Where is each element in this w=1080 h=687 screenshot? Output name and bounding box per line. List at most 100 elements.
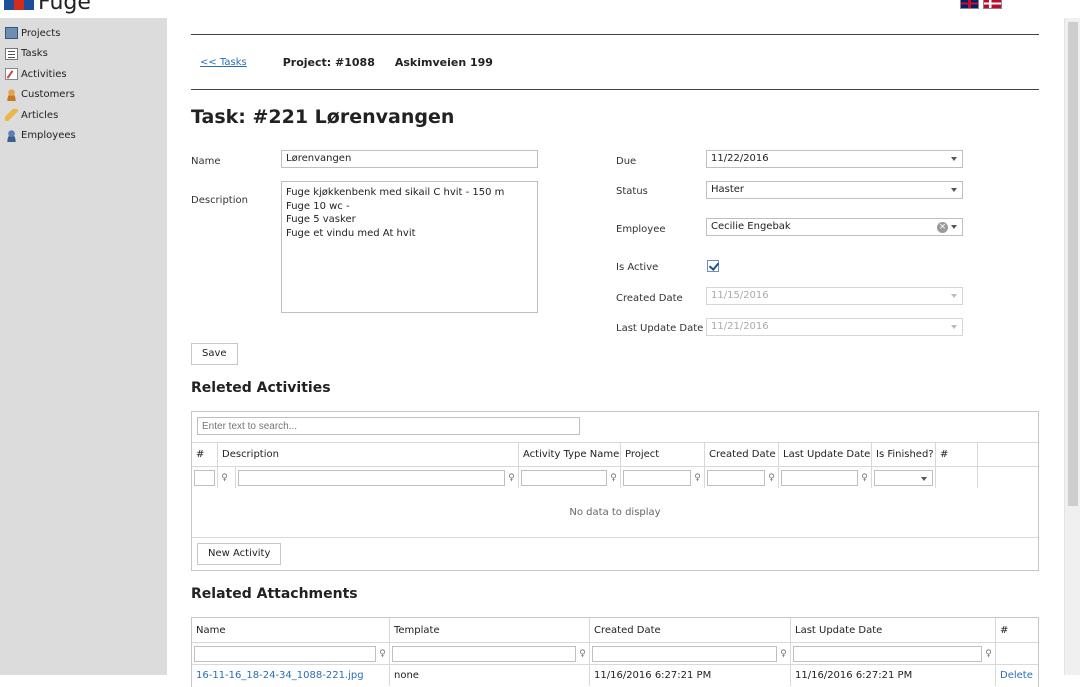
activities-grid: # Description Activity Type Name Project… bbox=[191, 411, 1039, 571]
filter-input[interactable] bbox=[521, 469, 607, 486]
column-header[interactable]: Last Update Date bbox=[791, 618, 996, 642]
new-activity-button[interactable]: New Activity bbox=[197, 543, 282, 565]
status-value: Haster bbox=[711, 184, 745, 195]
column-header[interactable]: Name bbox=[192, 618, 390, 642]
sidebar-item-activities[interactable]: Activities bbox=[0, 64, 167, 85]
clear-icon[interactable]: × bbox=[937, 222, 948, 233]
filter-pin-icon[interactable]: ♀ bbox=[860, 473, 869, 483]
description-line: Fuge 5 vasker bbox=[286, 214, 356, 225]
chevron-down-icon[interactable] bbox=[951, 225, 957, 229]
customers-icon bbox=[5, 88, 18, 101]
is-active-checkbox[interactable] bbox=[707, 260, 719, 272]
filter-pin-icon[interactable]: ♀ bbox=[693, 473, 702, 483]
description-line: Fuge et vindu med At hvit bbox=[286, 227, 416, 239]
filter-input[interactable] bbox=[194, 469, 215, 486]
projects-icon bbox=[5, 27, 18, 40]
filter-input[interactable] bbox=[392, 645, 576, 662]
norway-flag-icon[interactable] bbox=[983, 0, 1002, 9]
page-title: Task: #221 Lørenvangen bbox=[191, 106, 455, 128]
column-header[interactable]: Activity Type Name bbox=[519, 443, 621, 466]
due-label: Due bbox=[616, 156, 637, 167]
table-row: 16-11-16_18-24-34_1088-221.jpg none 11/1… bbox=[192, 664, 1038, 686]
employee-label: Employee bbox=[616, 224, 666, 235]
column-header: # bbox=[1000, 624, 1009, 636]
sidebar-item-label: Tasks bbox=[21, 48, 48, 60]
column-header[interactable]: Is Finished? bbox=[872, 443, 936, 466]
description-field[interactable]: Fuge kjøkkenbenk med sikail C hvit - 150… bbox=[281, 181, 538, 313]
filter-cell: ♀ bbox=[791, 643, 996, 664]
filter-input[interactable] bbox=[707, 469, 765, 486]
back-to-tasks-link[interactable]: << Tasks bbox=[200, 57, 247, 68]
divider bbox=[191, 34, 1039, 35]
description-label: Description bbox=[191, 195, 248, 206]
filter-input[interactable] bbox=[592, 645, 777, 662]
attachment-name-link[interactable]: 16-11-16_18-24-34_1088-221.jpg bbox=[192, 665, 390, 686]
due-date-picker[interactable]: 11/22/2016 bbox=[706, 150, 963, 168]
scrollbar-thumb[interactable] bbox=[1068, 22, 1078, 506]
filter-pin-icon[interactable]: ♀ bbox=[578, 649, 587, 659]
employee-select[interactable]: Cecilie Engebak × bbox=[706, 218, 963, 236]
chevron-down-icon[interactable] bbox=[951, 157, 957, 161]
is-finished-filter-select[interactable] bbox=[874, 469, 933, 486]
column-header[interactable]: Description bbox=[218, 443, 519, 466]
page-scrollbar[interactable] bbox=[1064, 18, 1080, 675]
name-label: Name bbox=[191, 156, 221, 167]
name-field[interactable]: Lørenvangen bbox=[281, 150, 538, 168]
sidebar-item-tasks[interactable]: Tasks bbox=[0, 44, 167, 65]
no-data-message: No data to display bbox=[569, 507, 661, 518]
top-bar: Fuge bbox=[0, 0, 1080, 18]
column-header[interactable]: Project bbox=[621, 443, 705, 466]
filter-cell: ♀ bbox=[705, 467, 779, 488]
filter-cell bbox=[192, 467, 218, 488]
created-date-value: 11/15/2016 bbox=[711, 290, 769, 301]
activities-icon bbox=[5, 68, 18, 81]
filter-cell: ♀ bbox=[390, 643, 590, 664]
filter-pin-icon[interactable]: ♀ bbox=[378, 649, 387, 659]
delete-attachment-link[interactable]: Delete bbox=[1000, 670, 1033, 681]
filter-pin-icon[interactable]: ♀ bbox=[767, 473, 776, 483]
app-logo[interactable]: Fuge bbox=[4, 0, 91, 14]
column-header[interactable]: Template bbox=[390, 618, 590, 642]
filter-pin-icon[interactable]: ♀ bbox=[779, 649, 788, 659]
filter-pin-icon[interactable]: ♀ bbox=[220, 473, 229, 483]
filter-pin-icon[interactable]: ♀ bbox=[609, 473, 618, 483]
sidebar-item-articles[interactable]: Articles bbox=[0, 105, 167, 126]
filter-input[interactable] bbox=[238, 469, 505, 486]
save-button[interactable]: Save bbox=[191, 343, 238, 365]
uk-flag-icon[interactable] bbox=[960, 0, 979, 9]
due-date-value: 11/22/2016 bbox=[711, 153, 769, 164]
sidebar-item-projects[interactable]: Projects bbox=[0, 23, 167, 44]
filter-cell: ♀ bbox=[621, 467, 705, 488]
column-header[interactable]: Created Date bbox=[590, 618, 791, 642]
activities-search-input[interactable] bbox=[197, 417, 580, 435]
sidebar-item-label: Articles bbox=[21, 109, 59, 121]
filter-cell: ♀ bbox=[236, 467, 519, 488]
sidebar-item-employees[interactable]: Employees bbox=[0, 126, 167, 147]
filter-input[interactable] bbox=[793, 645, 982, 662]
employees-icon bbox=[5, 129, 18, 142]
column-header: # bbox=[936, 443, 978, 466]
status-select[interactable]: Haster bbox=[706, 181, 963, 199]
filter-pin-icon[interactable]: ♀ bbox=[507, 473, 516, 483]
created-date-field: 11/15/2016 bbox=[706, 287, 963, 305]
column-header[interactable]: Created Date bbox=[705, 443, 779, 466]
attachments-section-title: Related Attachments bbox=[191, 586, 358, 602]
filter-cell bbox=[996, 643, 1038, 664]
chevron-down-icon bbox=[951, 294, 957, 298]
chevron-down-icon[interactable] bbox=[951, 188, 957, 192]
filter-cell bbox=[978, 467, 1038, 488]
last-update-date-label: Last Update Date bbox=[616, 323, 704, 334]
sidebar-item-label: Projects bbox=[21, 27, 61, 39]
attachment-updated-date: 11/16/2016 6:27:21 PM bbox=[791, 665, 996, 686]
filter-input[interactable] bbox=[623, 469, 691, 486]
column-header[interactable]: # bbox=[192, 443, 218, 466]
sidebar-item-customers[interactable]: Customers bbox=[0, 85, 167, 106]
employee-value: Cecilie Engebak bbox=[711, 221, 791, 232]
column-header[interactable]: Last Update Date bbox=[779, 443, 872, 466]
attachment-name[interactable]: 16-11-16_18-24-34_1088-221.jpg bbox=[196, 670, 364, 681]
sidebar-item-label: Employees bbox=[21, 130, 76, 142]
status-label: Status bbox=[616, 186, 648, 197]
filter-pin-icon[interactable]: ♀ bbox=[984, 649, 993, 659]
filter-input[interactable] bbox=[781, 469, 858, 486]
filter-input[interactable] bbox=[194, 645, 376, 662]
